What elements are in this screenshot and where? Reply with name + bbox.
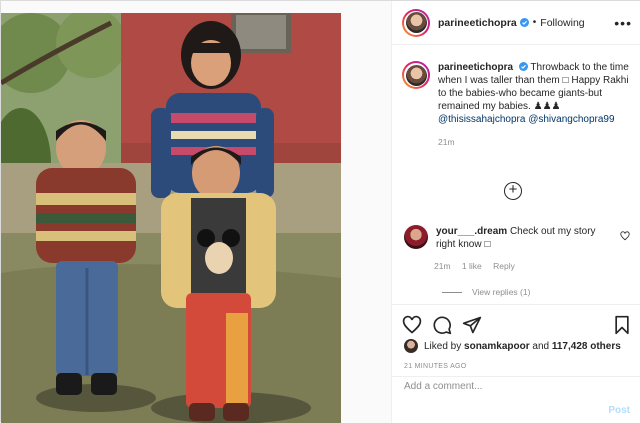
comment-like-count[interactable]: 1 like bbox=[462, 261, 482, 271]
caption-emoji: ♟♟♟ bbox=[533, 101, 561, 112]
reply-button[interactable]: Reply bbox=[493, 261, 515, 271]
share-icon[interactable] bbox=[462, 315, 482, 335]
mention-link[interactable]: @thisissahajchopra bbox=[438, 114, 525, 125]
view-replies-label: View replies (1) bbox=[472, 287, 531, 297]
post-time[interactable]: 21 MINUTES AGO bbox=[404, 363, 467, 370]
add-comment-bar: Post bbox=[392, 376, 640, 423]
post-photo[interactable] bbox=[1, 13, 341, 423]
load-more-icon[interactable]: + bbox=[504, 182, 522, 200]
comment-meta: 21m 1 like Reply bbox=[434, 261, 524, 271]
verified-badge-icon bbox=[519, 18, 529, 27]
bookmark-icon[interactable] bbox=[612, 315, 632, 335]
post-photo-illustration bbox=[1, 13, 341, 423]
following-button[interactable]: Following bbox=[540, 17, 584, 29]
caption-username[interactable]: parineetichopra bbox=[438, 62, 513, 73]
comment-body: your___.dream Check out my story right k… bbox=[436, 225, 616, 251]
comment-item: your___.dream Check out my story right k… bbox=[404, 225, 632, 271]
view-replies-button[interactable]: View replies (1) bbox=[442, 287, 530, 297]
caption-avatar[interactable] bbox=[402, 61, 430, 89]
liked-by-label: Liked by bbox=[424, 340, 462, 352]
author-username[interactable]: parineetichopra bbox=[438, 17, 517, 29]
author-avatar[interactable] bbox=[402, 8, 430, 37]
likes-summary: Liked by sonamkapoor and 117,428 others bbox=[404, 339, 621, 353]
liker-avatar[interactable] bbox=[404, 339, 418, 353]
action-bar bbox=[392, 304, 640, 344]
post-caption: parineetichopra Throwback to the time wh… bbox=[402, 61, 634, 149]
mention-link[interactable]: @shivangchopra99 bbox=[528, 114, 614, 125]
likes-and-label: and bbox=[532, 340, 550, 352]
post-header: parineetichopra • Following ••• bbox=[392, 1, 640, 45]
add-comment-input[interactable] bbox=[404, 381, 584, 392]
post-sidebar: parineetichopra • Following ••• parineet… bbox=[391, 1, 640, 423]
post-modal: parineetichopra • Following ••• parineet… bbox=[0, 0, 640, 423]
heart-icon[interactable] bbox=[402, 315, 422, 335]
comment-heart-icon[interactable] bbox=[620, 231, 630, 241]
photo-pane bbox=[1, 1, 391, 423]
comment-glyph: □ bbox=[484, 239, 491, 250]
verified-badge-icon bbox=[516, 62, 528, 73]
comment-icon[interactable] bbox=[432, 315, 452, 335]
caption-timestamp[interactable]: 21m bbox=[438, 136, 634, 149]
replies-divider bbox=[442, 291, 462, 293]
comment-timestamp[interactable]: 21m bbox=[434, 261, 451, 271]
commenter-username[interactable]: your___.dream bbox=[436, 226, 507, 237]
liker-username[interactable]: sonamkapoor bbox=[464, 341, 530, 352]
commenter-avatar[interactable] bbox=[404, 225, 428, 249]
separator-dot: • bbox=[532, 17, 537, 28]
likes-count[interactable]: 117,428 others bbox=[552, 341, 621, 352]
more-options-icon[interactable]: ••• bbox=[614, 15, 632, 31]
caption-text-block: parineetichopra Throwback to the time wh… bbox=[438, 61, 634, 149]
post-comment-button[interactable]: Post bbox=[608, 405, 630, 416]
